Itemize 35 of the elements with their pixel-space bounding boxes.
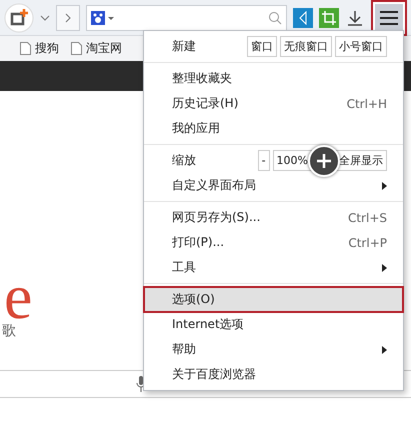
browser-logo-icon[interactable] <box>4 2 34 32</box>
new-window-button[interactable]: 小号窗口 <box>335 36 387 57</box>
bookmark-link[interactable]: 淘宝网 <box>86 40 122 57</box>
logo-caption: 歌 <box>2 322 16 340</box>
new-window-button[interactable]: 窗口 <box>247 36 277 57</box>
speaker-icon[interactable] <box>293 8 313 28</box>
menu-item[interactable]: 打印(P)... Ctrl+P <box>144 230 403 255</box>
logo-letter: e <box>4 271 32 322</box>
menu-item[interactable]: 我的应用 <box>144 116 403 141</box>
menu-item[interactable]: 历史记录(H) Ctrl+H <box>144 91 403 116</box>
address-bar[interactable] <box>86 4 287 30</box>
menu-item[interactable]: 选项(O) <box>144 287 403 312</box>
microphone-icon[interactable] <box>136 376 146 392</box>
menu-item[interactable]: 网页另存为(S)... Ctrl+S <box>144 205 403 230</box>
menu-item[interactable]: 关于百度浏览器 <box>144 362 403 387</box>
crop-icon[interactable] <box>319 8 339 28</box>
page-icon <box>20 42 31 55</box>
menu-item[interactable]: Internet选项 <box>144 312 403 337</box>
menu-item[interactable]: 自定义界面布局 <box>144 173 403 198</box>
chevron-right-icon <box>65 12 71 22</box>
fullscreen-button[interactable]: 全屏显示 <box>335 150 387 171</box>
menu-item[interactable]: 帮助 <box>144 337 403 362</box>
plus-icon <box>316 152 332 168</box>
new-window-button[interactable]: 无痕窗口 <box>280 36 332 57</box>
paw-icon[interactable] <box>91 10 115 24</box>
search-icon[interactable] <box>268 10 282 24</box>
menu-label: 缩放 <box>172 152 197 169</box>
zoom-level[interactable]: 100% <box>272 150 312 171</box>
bookmark-link[interactable]: 搜狗 <box>35 40 59 57</box>
menu-item[interactable]: 工具 <box>144 255 403 280</box>
menu-icon <box>380 10 398 24</box>
zoom-out-button[interactable]: - <box>258 150 270 171</box>
menu-label: 新建 <box>172 38 197 55</box>
zoom-in-button[interactable] <box>308 144 340 176</box>
page-icon <box>71 42 82 55</box>
